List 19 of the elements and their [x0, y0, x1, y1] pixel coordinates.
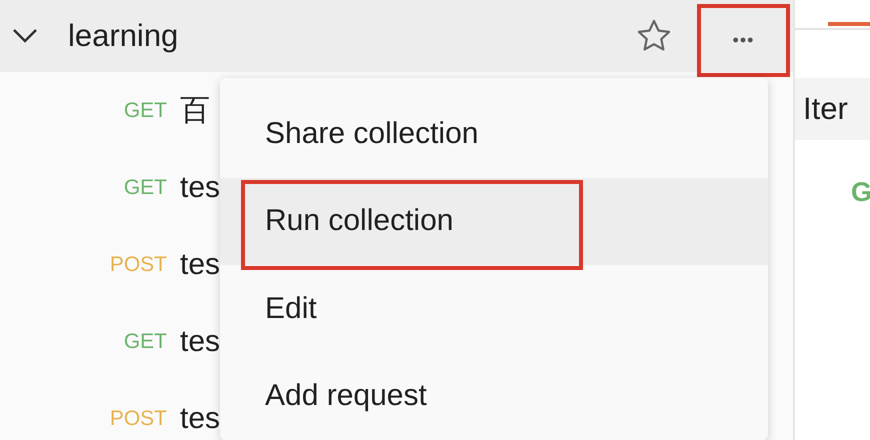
- method-label: POST: [108, 252, 167, 276]
- method-label: POST: [108, 406, 167, 430]
- method-label: GET: [122, 98, 167, 122]
- request-name[interactable]: tes: [180, 324, 220, 358]
- method-label: GET: [122, 330, 167, 354]
- menu-item[interactable]: Share collection: [220, 90, 768, 178]
- panel-label: Iter: [795, 78, 870, 140]
- request-name[interactable]: 百: [180, 90, 210, 131]
- request-name[interactable]: tes: [180, 402, 220, 436]
- menu-item[interactable]: Add request: [220, 352, 768, 440]
- request-name[interactable]: tes: [180, 170, 220, 204]
- method-label: G: [850, 177, 870, 208]
- active-tab-underline: [828, 22, 870, 26]
- collection-name: learning: [68, 18, 180, 54]
- method-label: GET: [122, 176, 167, 200]
- request-name[interactable]: tes: [180, 248, 220, 282]
- more-button[interactable]: •••: [697, 4, 790, 77]
- menu-item[interactable]: Edit: [220, 265, 768, 352]
- chevron-icon[interactable]: [12, 28, 38, 44]
